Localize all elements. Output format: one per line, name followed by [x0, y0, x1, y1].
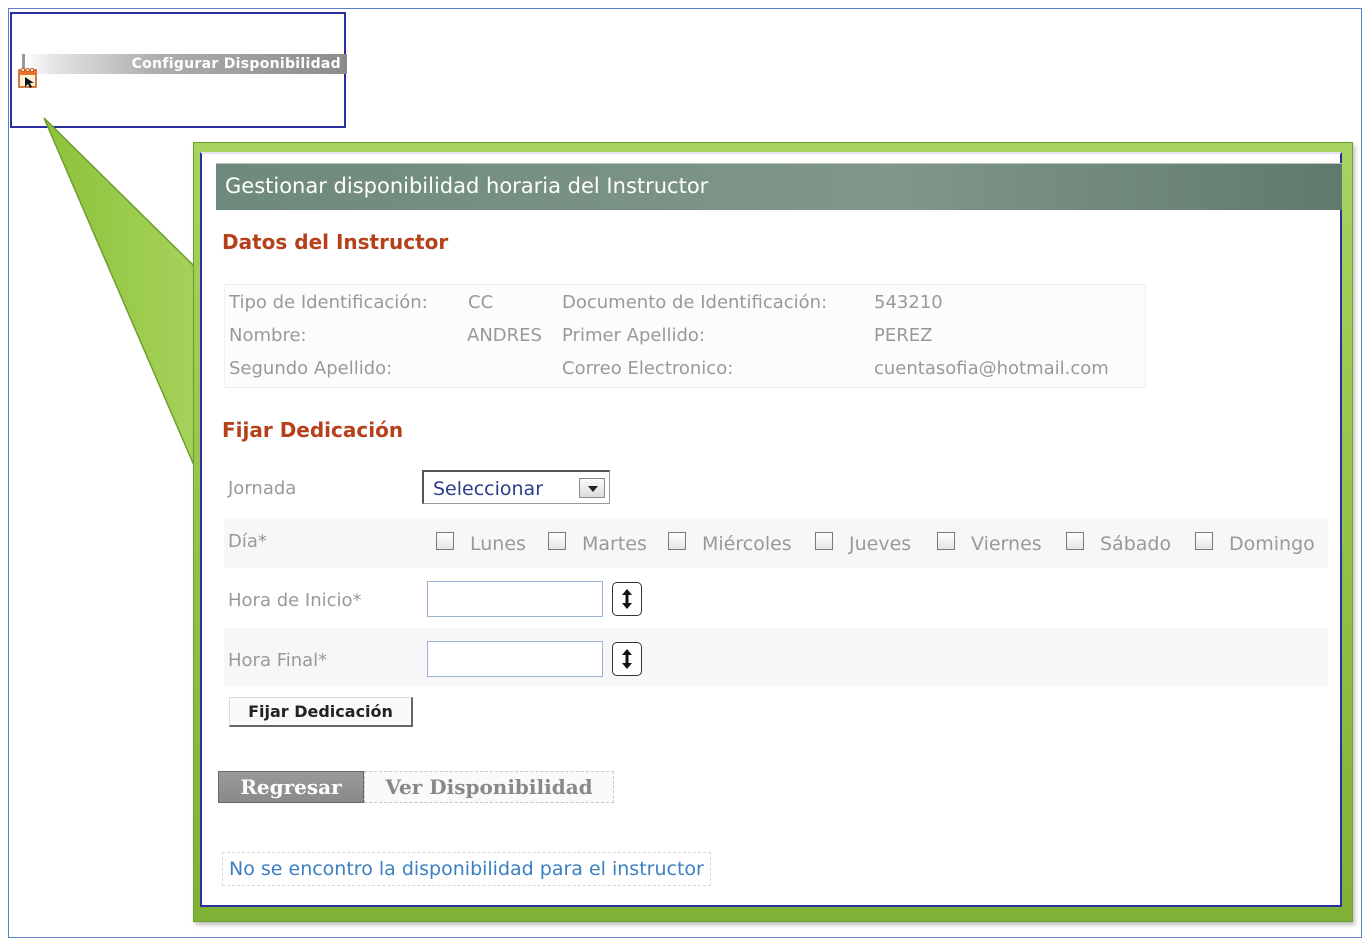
day-label-domingo: Domingo [1229, 533, 1315, 555]
day-label-martes: Martes [582, 533, 647, 555]
jornada-select-value: Seleccionar [433, 478, 544, 500]
checkbox-jueves[interactable] [815, 532, 833, 550]
day-label-lunes: Lunes [470, 533, 526, 555]
tipo-id-value: CC [468, 292, 494, 313]
calendar-icon[interactable] [16, 66, 40, 90]
documento-label: Documento de Identificación: [562, 292, 828, 313]
segundo-apellido-label: Segundo Apellido: [229, 358, 393, 379]
day-label-viernes: Viernes [971, 533, 1042, 555]
section-title-dedicacion: Fijar Dedicación [222, 418, 404, 442]
chevron-down-icon[interactable] [579, 478, 605, 498]
checkbox-lunes[interactable] [436, 532, 454, 550]
menu-bar[interactable]: Configurar Disponibilidad [22, 54, 347, 74]
checkbox-domingo[interactable] [1195, 532, 1213, 550]
tipo-id-label: Tipo de Identificación: [229, 292, 428, 313]
nombre-value: ANDRES [467, 325, 542, 346]
jornada-select[interactable]: Seleccionar [422, 470, 610, 504]
hora-final-label: Hora Final* [228, 650, 328, 671]
checkbox-martes[interactable] [548, 532, 566, 550]
status-message: No se encontro la disponibilidad para el… [222, 852, 711, 886]
correo-value: cuentasofia@hotmail.com [874, 358, 1109, 379]
jornada-label: Jornada [228, 478, 297, 499]
callout-box: Configurar Disponibilidad [10, 12, 347, 128]
hora-final-input[interactable] [427, 641, 603, 677]
hora-inicio-input[interactable] [427, 581, 603, 617]
section-title-instructor: Datos del Instructor [222, 230, 449, 254]
dia-label: Día* [228, 531, 267, 552]
checkbox-viernes[interactable] [937, 532, 955, 550]
tab-ver-disponibilidad[interactable]: Ver Disponibilidad [364, 771, 614, 803]
up-down-arrow-icon [622, 649, 632, 669]
day-label-miercoles: Miércoles [702, 533, 792, 555]
up-down-arrow-icon [622, 589, 632, 609]
row-band-hora-final [224, 628, 1328, 686]
checkbox-sabado[interactable] [1066, 532, 1084, 550]
hora-inicio-label: Hora de Inicio* [228, 590, 362, 611]
fijar-dedicacion-button[interactable]: Fijar Dedicación [229, 697, 413, 727]
primer-apellido-label: Primer Apellido: [562, 325, 705, 346]
tab-regresar[interactable]: Regresar [218, 771, 364, 803]
checkbox-miercoles[interactable] [668, 532, 686, 550]
menu-title[interactable]: Configurar Disponibilidad [132, 56, 341, 72]
hora-inicio-spinner[interactable] [612, 582, 642, 616]
panel-title: Gestionar disponibilidad horaria del Ins… [225, 174, 709, 198]
primer-apellido-value: PEREZ [874, 325, 933, 346]
documento-value: 543210 [874, 292, 943, 313]
day-label-sabado: Sábado [1100, 533, 1172, 555]
nombre-label: Nombre: [229, 325, 307, 346]
correo-label: Correo Electronico: [562, 358, 734, 379]
panel-header: Gestionar disponibilidad horaria del Ins… [216, 163, 1342, 210]
hora-final-spinner[interactable] [612, 642, 642, 676]
day-label-jueves: Jueves [849, 533, 912, 555]
